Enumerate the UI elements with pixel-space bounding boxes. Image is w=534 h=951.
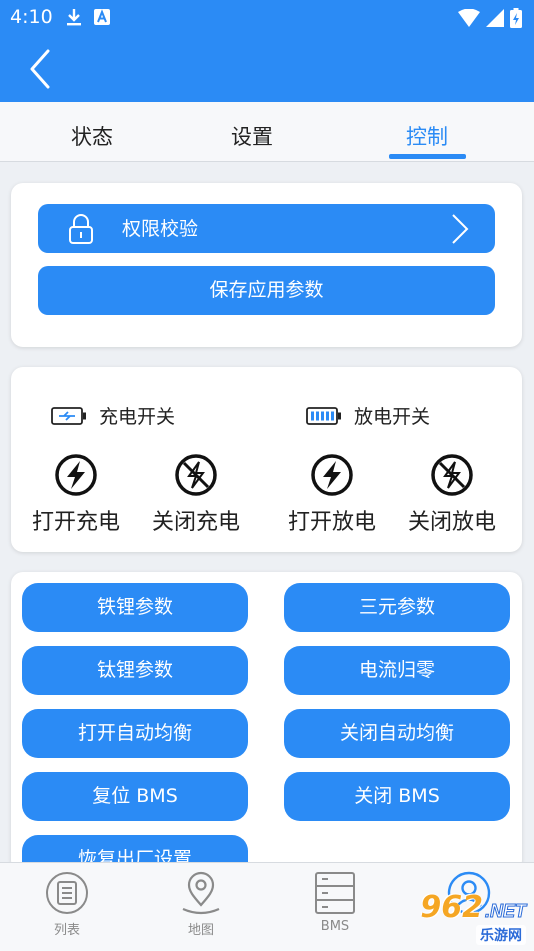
lto-params-button[interactable]: 钛锂参数 <box>22 646 248 695</box>
chevron-left-icon <box>30 49 50 89</box>
close-charge-button[interactable]: 关闭充电 <box>136 453 256 536</box>
power-off-icon <box>431 454 473 496</box>
power-on-icon <box>55 454 97 496</box>
actions-card: 铁锂参数 三元参数 钛锂参数 电流归零 打开自动均衡 关闭自动均衡 复位 BMS… <box>11 572 522 872</box>
auth-button-label: 权限校验 <box>122 218 199 240</box>
wifi-icon <box>458 9 480 27</box>
open-discharge-label: 打开放电 <box>287 510 376 535</box>
reset-bms-button[interactable]: 复位 BMS <box>22 772 248 821</box>
enable-auto-balance-button[interactable]: 打开自动均衡 <box>22 709 248 758</box>
charge-switch-header: 充电开关 <box>51 402 175 429</box>
discharge-switch-header: 放电开关 <box>306 402 430 429</box>
shutdown-bms-button[interactable]: 关闭 BMS <box>284 772 510 821</box>
tab-settings[interactable]: 设置 <box>192 102 312 162</box>
status-bar: 4:10 <box>0 0 534 36</box>
map-pin-icon <box>182 871 220 915</box>
ternary-params-button[interactable]: 三元参数 <box>284 583 510 632</box>
lfp-params-button[interactable]: 铁锂参数 <box>22 583 248 632</box>
power-off-icon <box>175 454 217 496</box>
watermark-text: 乐游网 <box>476 925 526 945</box>
close-discharge-button[interactable]: 关闭放电 <box>392 453 512 536</box>
status-time: 4:10 <box>10 6 53 28</box>
nav-list[interactable]: 列表 <box>17 871 117 938</box>
battery-charging-icon <box>510 8 522 28</box>
server-icon <box>315 872 355 914</box>
close-charge-label: 关闭充电 <box>151 510 240 535</box>
active-tab-indicator <box>389 154 466 159</box>
switch-card: 充电开关 放电开关 打开充电 关闭充电 打开放电 关闭放电 <box>11 367 522 552</box>
open-charge-label: 打开充电 <box>31 510 120 535</box>
chevron-right-icon <box>452 214 469 244</box>
app-notification-icon <box>94 9 110 25</box>
open-charge-button[interactable]: 打开充电 <box>16 453 136 536</box>
signal-icon <box>486 9 504 27</box>
battery-charging-icon <box>51 406 86 425</box>
nav-map-label: 地图 <box>187 923 214 938</box>
power-on-icon <box>311 454 353 496</box>
auth-button[interactable]: 权限校验 <box>38 204 495 253</box>
save-params-button[interactable]: 保存应用参数 <box>38 266 495 315</box>
download-icon <box>67 9 81 26</box>
nav-bms-label: BMS <box>320 919 350 934</box>
nav-bms[interactable]: BMS <box>285 871 385 934</box>
current-zero-button[interactable]: 电流归零 <box>284 646 510 695</box>
tab-control[interactable]: 控制 <box>367 102 487 162</box>
discharge-switch-title: 放电开关 <box>354 406 431 428</box>
list-icon <box>46 872 88 914</box>
tab-bar: 状态 设置 控制 <box>0 102 534 162</box>
disable-auto-balance-button[interactable]: 关闭自动均衡 <box>284 709 510 758</box>
nav-map[interactable]: 地图 <box>151 871 251 938</box>
battery-full-icon <box>306 406 341 425</box>
tab-status[interactable]: 状态 <box>32 102 152 162</box>
watermark-suffix: .NET <box>484 901 526 922</box>
auth-card: 权限校验 保存应用参数 <box>11 183 522 347</box>
watermark-number: 962 <box>420 890 483 925</box>
close-discharge-label: 关闭放电 <box>407 510 496 535</box>
nav-list-label: 列表 <box>53 923 80 938</box>
back-button[interactable] <box>22 48 58 90</box>
lock-icon <box>69 214 93 244</box>
open-discharge-button[interactable]: 打开放电 <box>272 453 392 536</box>
charge-switch-title: 充电开关 <box>99 406 176 428</box>
app-toolbar <box>0 36 534 102</box>
site-watermark: 962 .NET 乐游网 <box>420 890 527 945</box>
